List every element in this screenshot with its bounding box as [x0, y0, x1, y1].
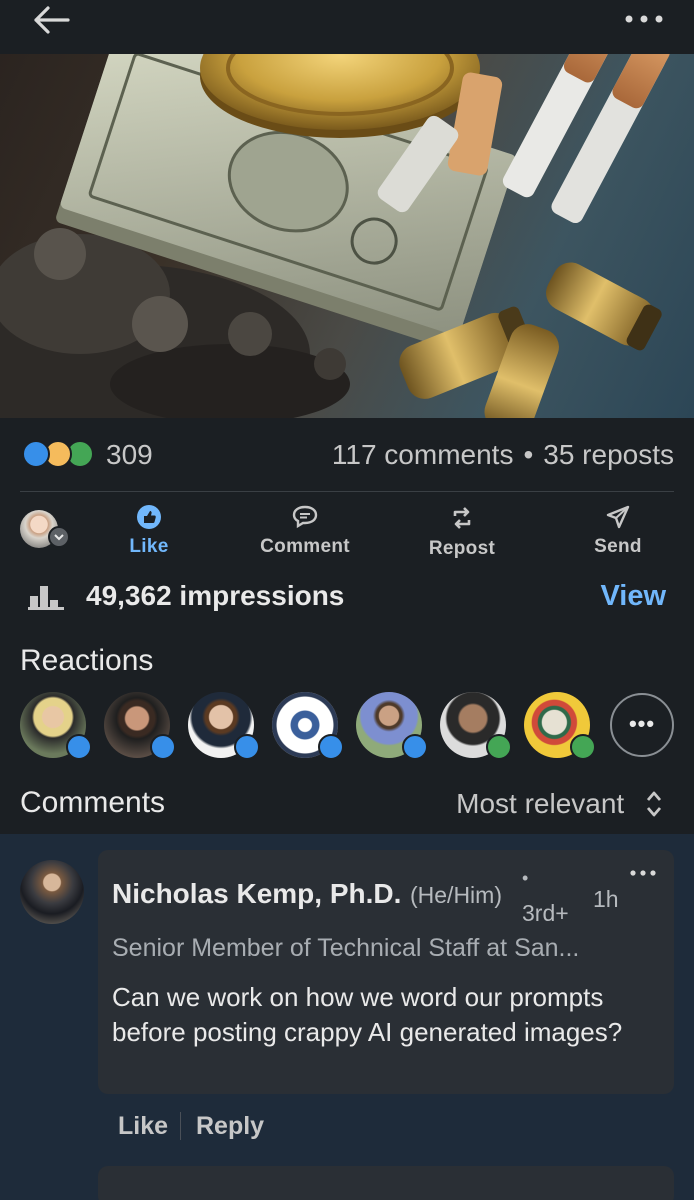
- ellipsis-horizontal-icon: [625, 15, 663, 23]
- reactor-avatar[interactable]: [440, 692, 512, 760]
- reactor-avatar[interactable]: [272, 692, 344, 760]
- top-bar: [0, 0, 694, 54]
- reaction-count[interactable]: 309: [106, 439, 153, 471]
- social-counts: 309 117 comments • 35 reposts: [0, 430, 694, 480]
- comment-text: Can we work on how we word our prompts b…: [112, 982, 623, 1047]
- comments-list: Nicholas Kemp, Ph.D. (He/Him) • 3rd+ 1h …: [0, 834, 694, 1200]
- comment-more-button[interactable]: [628, 864, 658, 882]
- more-reactors-button[interactable]: •••: [610, 693, 674, 757]
- arrow-left-icon: [34, 6, 70, 34]
- comment-reply-button[interactable]: Reply: [196, 1112, 264, 1141]
- bar-chart-icon: [28, 586, 64, 610]
- reactor-avatar[interactable]: [104, 692, 176, 760]
- impressions-count: 49,362 impressions: [86, 580, 345, 611]
- comment-icon: [292, 505, 318, 529]
- reposts-count[interactable]: 35 reposts: [543, 439, 674, 470]
- sort-label: Most relevant: [456, 787, 625, 819]
- ellipsis-horizontal-icon: •••: [628, 711, 656, 736]
- divider: [20, 491, 674, 492]
- like-reaction-icon: [22, 440, 50, 468]
- sort-dropdown[interactable]: Most relevant: [456, 786, 664, 820]
- sort-chevrons-icon: [646, 791, 662, 817]
- impressions-row: 49,362 impressions View: [0, 574, 694, 620]
- repost-icon: [453, 507, 471, 529]
- repost-button[interactable]: Repost: [426, 504, 498, 560]
- separator-dot: •: [523, 439, 534, 470]
- send-label: Send: [594, 536, 642, 557]
- comment-like-button[interactable]: Like: [118, 1112, 168, 1141]
- reactor-avatar[interactable]: [188, 692, 260, 760]
- connection-degree: 3rd+: [522, 900, 569, 926]
- more-options-button[interactable]: [622, 6, 666, 32]
- like-badge-icon: [318, 734, 344, 760]
- like-badge-icon: [402, 734, 428, 760]
- reactor-avatar[interactable]: [20, 692, 92, 760]
- like-badge-icon: [234, 734, 260, 760]
- ellipsis-horizontal-icon: [630, 870, 656, 876]
- back-button[interactable]: [28, 2, 74, 38]
- ai-generated-image: [0, 54, 670, 418]
- action-bar: Like Comment Repost Send: [0, 498, 694, 562]
- chevron-down-icon[interactable]: [48, 526, 70, 548]
- comments-heading: Comments: [20, 786, 166, 819]
- like-button[interactable]: Like: [126, 504, 172, 558]
- divider: [180, 1112, 181, 1140]
- reactor-avatar[interactable]: [524, 692, 596, 760]
- support-badge-icon: [486, 734, 512, 760]
- thumbs-up-icon: [137, 505, 161, 529]
- avatar[interactable]: [20, 860, 84, 924]
- reactions-heading: Reactions: [20, 644, 154, 677]
- view-analytics-link[interactable]: View: [600, 580, 666, 613]
- send-icon: [606, 505, 630, 529]
- reactor-avatar[interactable]: [356, 692, 428, 760]
- like-badge-icon: [66, 734, 92, 760]
- comments-count[interactable]: 117 comments: [332, 439, 514, 470]
- comment-author-headline: Senior Member of Technical Staff at San.…: [112, 934, 580, 962]
- comment-pronouns: (He/Him): [410, 882, 502, 908]
- comment-author[interactable]: Nicholas Kemp, Ph.D.: [112, 878, 401, 910]
- support-badge-icon: [570, 734, 596, 760]
- comment-bubble: Nicholas Kemp, Ph.D. (He/Him) • 3rd+ 1h …: [98, 850, 674, 1094]
- separator-dot: •: [522, 868, 529, 888]
- comment-button[interactable]: Comment: [258, 504, 352, 558]
- send-button[interactable]: Send: [592, 504, 644, 558]
- like-badge-icon: [150, 734, 176, 760]
- comment-time: 1h: [593, 886, 619, 912]
- repost-label: Repost: [428, 538, 496, 559]
- reactors-list: •••: [0, 690, 694, 762]
- post-image[interactable]: [0, 54, 694, 418]
- comments-reposts-counts: 117 comments • 35 reposts: [332, 439, 674, 471]
- comment-label: Comment: [260, 536, 350, 557]
- next-comment-bubble: [98, 1166, 674, 1200]
- like-label: Like: [129, 536, 169, 557]
